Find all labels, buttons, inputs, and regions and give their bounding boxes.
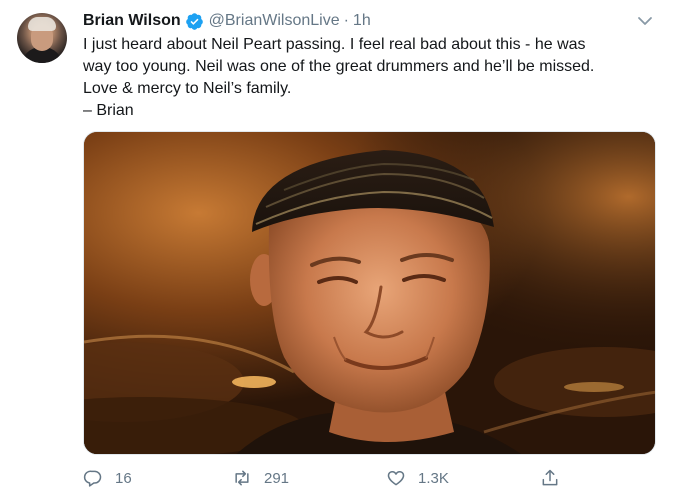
tweet-timestamp[interactable]: 1h [353, 12, 371, 30]
tweet-text-line: – Brian [83, 102, 134, 119]
retweet-icon [235, 470, 249, 486]
share-icon [542, 469, 558, 486]
chevron-down-icon[interactable] [637, 14, 653, 26]
display-name[interactable]: Brian Wilson [83, 12, 181, 30]
tweet[interactable]: Brian Wilson @BrianWilsonLive · 1h I jus… [0, 0, 675, 500]
user-handle[interactable]: @BrianWilsonLive [209, 12, 340, 30]
like-button[interactable]: 1.3K [386, 468, 449, 488]
reply-button[interactable]: 16 [83, 468, 132, 488]
tweet-header: Brian Wilson @BrianWilsonLive · 1h [83, 10, 371, 32]
tweet-text: I just heard about Neil Peart passing. I… [83, 34, 663, 122]
tweet-text-line: I just heard about Neil Peart passing. I… [83, 36, 586, 53]
tweet-text-line: way too young. Neil was one of the great… [83, 58, 595, 75]
tweet-text-line: Love & mercy to Neil’s family. [83, 80, 292, 97]
retweet-count: 291 [264, 469, 290, 487]
heart-icon [387, 471, 405, 486]
avatar-hair [28, 17, 56, 31]
reply-count: 16 [115, 469, 132, 487]
avatar[interactable] [17, 13, 67, 63]
separator-dot: · [343, 12, 349, 29]
verified-badge-icon [185, 12, 204, 31]
like-count: 1.3K [418, 469, 449, 487]
reply-icon [83, 470, 102, 487]
tweet-media-photo[interactable] [83, 131, 656, 455]
tweet-actions: 16 291 1.3K [83, 468, 583, 490]
share-button[interactable] [540, 468, 560, 488]
photo-illustration [84, 132, 655, 454]
retweet-button[interactable]: 291 [232, 468, 289, 488]
